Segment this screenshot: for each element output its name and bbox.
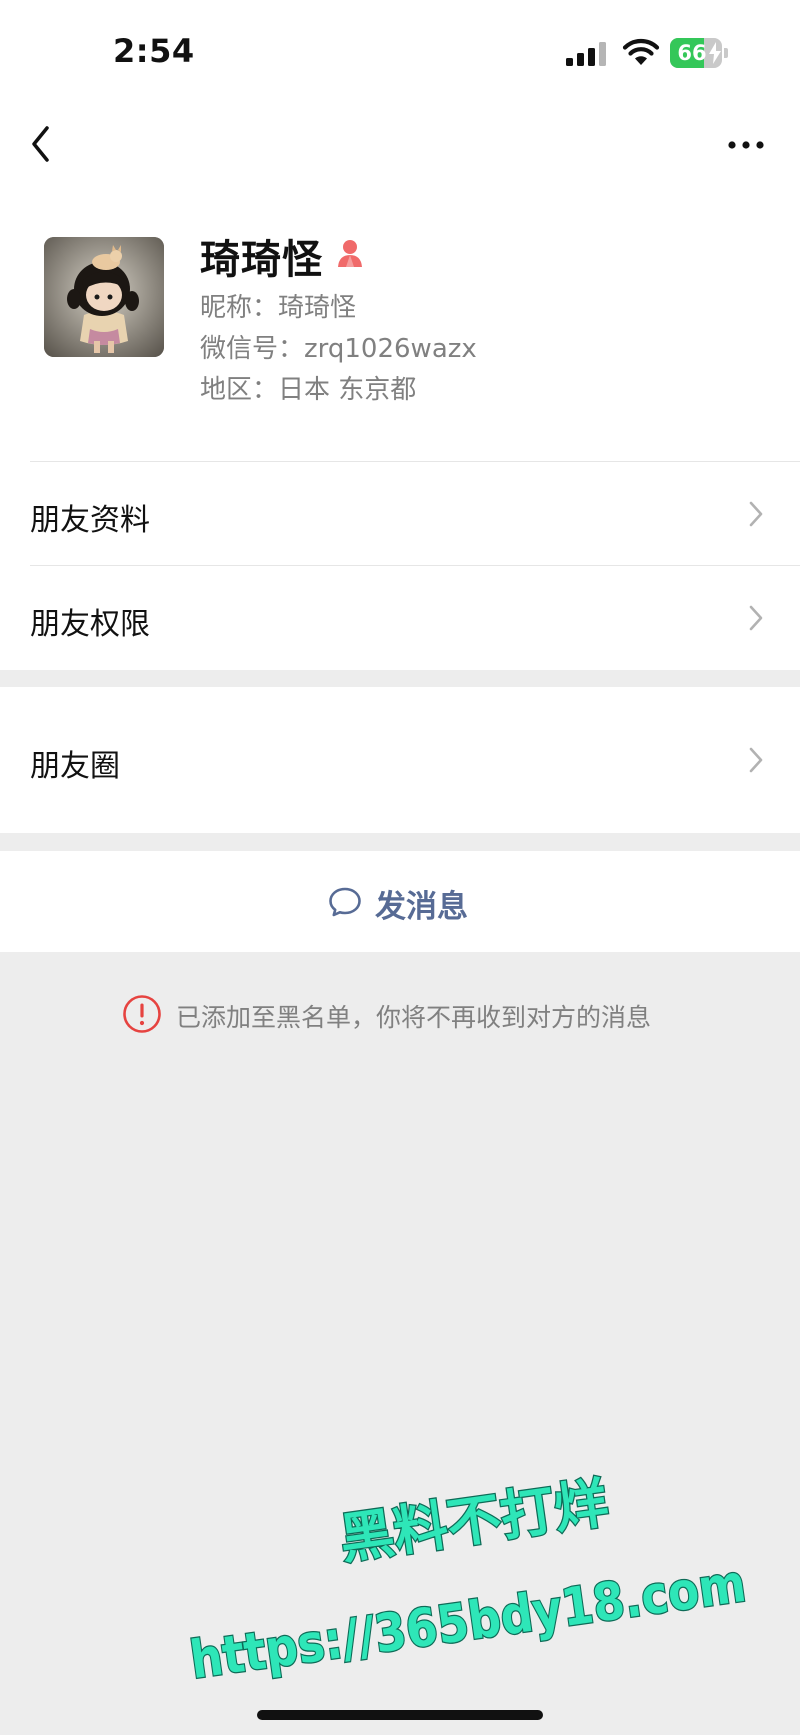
watermark-overlay: 黑料不打烊 https://365bdy18.com	[185, 1470, 750, 1680]
chevron-right-icon	[749, 747, 763, 773]
row-label: 朋友圈	[30, 749, 120, 784]
chevron-right-icon	[749, 501, 763, 527]
send-message-button[interactable]: 发消息	[0, 851, 800, 952]
watermark-line-1: 黑料不打烊	[336, 1471, 612, 1571]
send-message-label: 发消息	[375, 889, 468, 925]
battery-icon: 66	[670, 38, 730, 68]
profile-card: 琦琦怪 昵称：琦琦怪 微信号：zrq1026wazx 地区：日本 东京都	[0, 185, 800, 462]
wechat-id-text: 微信号：zrq1026wazx	[200, 334, 477, 364]
nav-bar	[0, 105, 800, 185]
row-label: 朋友权限	[30, 607, 150, 642]
chat-bubble-icon	[329, 887, 361, 917]
charging-bolt-icon	[709, 42, 721, 64]
home-indicator	[257, 1710, 543, 1720]
female-icon	[338, 240, 362, 267]
blacklist-notice-text: 已添加至黑名单，你将不再收到对方的消息	[176, 1003, 652, 1032]
contact-profile-screen: 2:54 66 琦琦怪 昵称：琦琦怪 微信号：zrq1026wazx 地区：日本…	[0, 0, 800, 1735]
back-button[interactable]	[22, 119, 62, 169]
region-text: 地区：日本 东京都	[200, 375, 417, 405]
chevron-left-icon	[32, 126, 49, 162]
chevron-right-icon	[749, 605, 763, 631]
avatar[interactable]	[44, 237, 164, 357]
exclamation-circle-icon	[123, 995, 161, 1033]
moments-row[interactable]: 朋友圈	[0, 687, 800, 833]
more-icon	[728, 141, 764, 149]
display-name: 琦琦怪	[200, 237, 323, 283]
wifi-icon	[622, 39, 660, 65]
avatar-image	[44, 237, 164, 357]
status-time: 2:54	[113, 32, 195, 70]
friend-profile-row[interactable]: 朋友资料	[0, 462, 800, 566]
watermark-line-2: https://365bdy18.com	[187, 1554, 750, 1680]
signal-icon	[566, 42, 606, 66]
status-bar: 2:54 66	[0, 0, 800, 105]
nickname-text: 昵称：琦琦怪	[200, 293, 357, 323]
row-label: 朋友资料	[30, 503, 150, 538]
more-button[interactable]	[724, 125, 768, 165]
friend-permissions-row[interactable]: 朋友权限	[0, 566, 800, 670]
